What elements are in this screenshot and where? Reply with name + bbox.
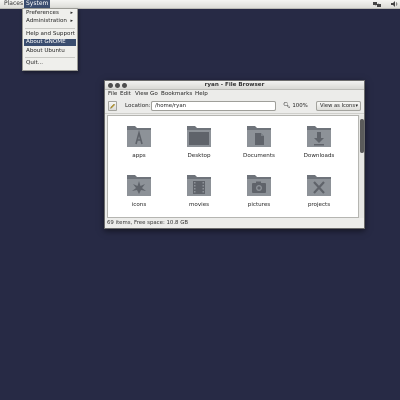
toggle-location-edit-button[interactable] bbox=[108, 101, 117, 111]
location-input[interactable]: /home/ryan bbox=[151, 101, 276, 111]
projects-folder-icon bbox=[307, 175, 331, 196]
vertical-scrollbar[interactable] bbox=[359, 115, 364, 218]
places-menu[interactable]: Places bbox=[2, 0, 25, 8]
file-name: Desktop bbox=[187, 153, 211, 159]
menu-item-preferences[interactable]: Preferences ▸ bbox=[24, 10, 76, 17]
file-name: Documents bbox=[243, 153, 275, 159]
location-label: Location: bbox=[125, 103, 151, 109]
administration-label: Administration bbox=[26, 18, 67, 24]
downloads-folder-icon bbox=[307, 126, 331, 147]
volume-icon[interactable] bbox=[390, 0, 400, 8]
file-item-projects[interactable]: projects bbox=[291, 171, 347, 215]
file-name: apps bbox=[132, 153, 146, 159]
file-name: pictures bbox=[247, 202, 271, 208]
zoom-level: 100% bbox=[292, 103, 308, 109]
menu-item-about-gnome[interactable]: About GNOME bbox=[24, 39, 76, 46]
window-menubar: File Edit View Go Bookmarks Help bbox=[105, 90, 364, 98]
file-name: Downloads bbox=[303, 153, 335, 159]
menu-item-about-ubuntu[interactable]: About Ubuntu bbox=[24, 48, 76, 55]
file-icon-view[interactable]: apps Desktop Documents Downloads icons m… bbox=[107, 115, 359, 218]
menu-file[interactable]: File bbox=[108, 90, 117, 98]
file-item-pictures[interactable]: pictures bbox=[231, 171, 287, 215]
menu-item-help[interactable]: Help and Support bbox=[24, 31, 76, 38]
submenu-arrow-icon: ▸ bbox=[70, 18, 73, 24]
file-item-desktop[interactable]: Desktop bbox=[171, 122, 227, 166]
system-menu[interactable]: System bbox=[24, 0, 51, 8]
menu-help[interactable]: Help bbox=[195, 90, 208, 98]
chevron-down-icon: ▾ bbox=[355, 103, 358, 109]
window-title: ryan - File Browser bbox=[204, 82, 265, 88]
menu-item-administration[interactable]: Administration ▸ bbox=[24, 18, 76, 25]
apps-folder-icon bbox=[127, 126, 151, 147]
location-toolbar: Location: /home/ryan 🔍︎ 100% View as Ico… bbox=[105, 99, 364, 114]
file-item-downloads[interactable]: Downloads bbox=[291, 122, 347, 166]
menu-bookmarks[interactable]: Bookmarks bbox=[161, 90, 192, 98]
file-item-documents[interactable]: Documents bbox=[231, 122, 287, 166]
menu-separator bbox=[25, 57, 75, 58]
status-bar: 69 items, Free space: 10.8 GB bbox=[107, 220, 189, 226]
movies-folder-icon bbox=[187, 175, 211, 196]
submenu-arrow-icon: ▸ bbox=[70, 10, 73, 16]
zoom-control[interactable]: 🔍︎ 100% bbox=[283, 99, 308, 113]
menu-separator bbox=[25, 28, 75, 29]
system-dropdown-menu: Preferences ▸ Administration ▸ Help and … bbox=[22, 8, 78, 71]
network-icon[interactable] bbox=[372, 0, 382, 8]
file-name: projects bbox=[307, 202, 331, 208]
window-titlebar[interactable]: ryan - File Browser bbox=[105, 81, 364, 90]
file-item-icons[interactable]: icons bbox=[111, 171, 167, 215]
documents-folder-icon bbox=[247, 126, 271, 147]
view-mode-select[interactable]: View as Icons ▾ bbox=[316, 101, 361, 111]
file-item-apps[interactable]: apps bbox=[111, 122, 167, 166]
file-item-movies[interactable]: movies bbox=[171, 171, 227, 215]
zoom-icon: 🔍︎ bbox=[283, 102, 291, 109]
icons-folder-icon bbox=[127, 175, 151, 196]
desktop-folder-icon bbox=[187, 126, 211, 147]
file-browser-window: ryan - File Browser File Edit View Go Bo… bbox=[104, 80, 365, 229]
file-name: movies bbox=[188, 202, 210, 208]
menu-edit[interactable]: Edit bbox=[120, 90, 131, 98]
preferences-label: Preferences bbox=[26, 10, 59, 16]
file-name: icons bbox=[131, 202, 147, 208]
menu-item-quit[interactable]: Quit... bbox=[24, 60, 76, 67]
menu-go[interactable]: Go bbox=[150, 90, 158, 98]
view-mode-label: View as Icons bbox=[320, 103, 356, 109]
menu-view[interactable]: View bbox=[135, 90, 148, 98]
scrollbar-thumb[interactable] bbox=[359, 119, 364, 153]
pictures-folder-icon bbox=[247, 175, 271, 196]
pencil-icon bbox=[110, 103, 116, 109]
